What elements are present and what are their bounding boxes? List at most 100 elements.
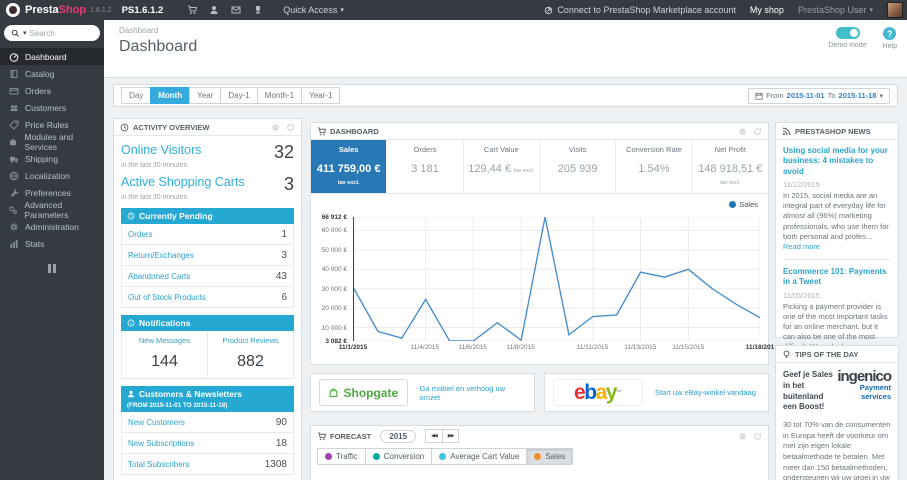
news-article-title[interactable]: Ecommerce 101: Payments in a Tweet (783, 267, 891, 288)
sidebar-item-label: Preferences (25, 187, 71, 198)
my-shop-link[interactable]: My shop (750, 5, 784, 15)
shopgate-module-card: Shopgate Ga mobiel en verhoog uw omzet (310, 373, 535, 412)
pending-row-orders[interactable]: Orders 1 (122, 224, 293, 244)
demo-mode-label: Demo mode (828, 42, 867, 49)
sidebar-item-label: Advanced Parameters (24, 199, 69, 220)
marketplace-connect-link[interactable]: Connect to PrestaShop Marketplace accoun… (544, 5, 736, 15)
cart-icon[interactable] (181, 5, 203, 15)
globe-icon (8, 171, 19, 181)
active-carts-value: 3 (283, 174, 294, 194)
notifications-product-reviews[interactable]: Product Reviews 882 (207, 331, 293, 378)
kpi-net-profit[interactable]: Net Profit 148 918,51 € tax excl. (691, 140, 768, 193)
sidebar-item-stats[interactable]: Stats (0, 235, 104, 252)
messages-icon[interactable] (225, 5, 247, 15)
user-menu[interactable]: PrestaShop User ▾ (798, 5, 873, 15)
gear-icon (8, 222, 19, 232)
forecast-next-button[interactable]: ▶▶ (441, 429, 460, 443)
breadcrumb[interactable]: Dashboard (119, 26, 158, 35)
panel-title: TIPS OF THE DAY (795, 349, 859, 359)
sidebar-item-modules[interactable]: Modules and Services (0, 132, 104, 152)
refresh-icon[interactable] (753, 432, 762, 441)
avatar[interactable] (887, 2, 903, 18)
page-header: Dashboard Dashboard Demo mode ? Help (104, 20, 907, 78)
x-axis-tick-label: 11/6/2015 (458, 344, 487, 351)
sidebar-item-preferences[interactable]: Preferences (0, 184, 104, 201)
forecast-toggle-sales[interactable]: Sales (526, 448, 574, 465)
y-axis-tick-label: 60 000 € (321, 227, 347, 235)
group-icon (8, 103, 19, 113)
sidebar-item-catalog[interactable]: Catalog (0, 65, 104, 82)
range-month-button[interactable]: Month (150, 87, 191, 104)
refresh-icon[interactable] (286, 123, 295, 132)
sidebar-item-label: Localization (25, 170, 70, 181)
sales-chart: Sales 66 912 € 60 000 € 50 000 € 40 000 € 30… (311, 194, 775, 379)
forecast-toggle-average-cart-value[interactable]: Average Cart Value (431, 448, 528, 465)
online-visitors-value: 32 (273, 142, 294, 162)
collapse-sidebar-icon[interactable] (0, 264, 104, 273)
kpi-cart-value[interactable]: Cart Value 129,44 € tax excl. (462, 140, 539, 193)
quick-access-menu[interactable]: Quick Access ▾ (283, 5, 344, 15)
ebay-promo-link[interactable]: Start uw eBay-winkel vandaag (655, 388, 756, 397)
customers-row-new-subscriptions[interactable]: New Subscriptions 18 (122, 432, 293, 453)
chart-legend[interactable]: Sales (729, 200, 758, 209)
customer-icon[interactable] (203, 5, 225, 15)
forecast-toggle-conversion[interactable]: Conversion (364, 448, 433, 465)
trophy-icon[interactable] (247, 5, 269, 15)
date-range-picker[interactable]: From 2015-11-01 To 2015-11-18 ▾ (748, 87, 890, 104)
pending-row-returns[interactable]: Return/Exchanges 3 (122, 244, 293, 265)
sidebar-item-administration[interactable]: Administration (0, 218, 104, 235)
prestashop-news-panel: PRESTASHOP NEWS Using social media for y… (775, 122, 899, 375)
help-icon[interactable]: ? (883, 27, 897, 40)
demo-mode-toggle[interactable] (835, 27, 860, 39)
sidebar-item-shipping[interactable]: Shipping (0, 150, 104, 167)
kpi-conversion-rate[interactable]: Conversion Rate 1.54% (615, 140, 691, 193)
read-more-link[interactable]: Read more (783, 242, 820, 251)
sidebar-item-customers[interactable]: Customers (0, 99, 104, 116)
shopgate-promo-link[interactable]: Ga mobiel en verhoog uw omzet (420, 384, 526, 402)
from-label: From (766, 91, 784, 100)
range-day-1-button[interactable]: Day-1 (220, 87, 258, 104)
lightbulb-icon (782, 350, 791, 359)
kpi-visits[interactable]: Visits 205 939 (538, 140, 615, 193)
sidebar-item-price-rules[interactable]: Price Rules (0, 116, 104, 133)
x-axis-tick-label: 11/15/2015 (672, 344, 705, 351)
sidebar-item-dashboard[interactable]: Dashboard (0, 48, 104, 65)
range-year-button[interactable]: Year (189, 87, 222, 104)
range-month-1-button[interactable]: Month-1 (256, 87, 303, 104)
kpi-orders[interactable]: Orders 3 181 (386, 140, 462, 193)
kpi-sales[interactable]: Sales 411 759,00 € tax excl. (311, 140, 387, 193)
range-day-button[interactable]: Day (121, 87, 152, 104)
news-article-excerpt: Picking a payment provider is one of the… (783, 301, 888, 352)
gear-icon[interactable] (738, 432, 747, 441)
active-carts-label[interactable]: Active Shopping Carts (121, 175, 245, 189)
cogs-icon (8, 205, 18, 215)
search-input[interactable] (29, 28, 85, 38)
forecast-prev-button[interactable]: ◀◀ (425, 429, 443, 443)
customers-row-new-customers[interactable]: New Customers 90 (122, 412, 293, 432)
pending-row-out-of-stock[interactable]: Out of Stock Products 6 (122, 286, 293, 307)
sidebar-item-advanced-parameters[interactable]: Advanced Parameters (0, 199, 104, 220)
tip-headline: Geef je Sales in het buitenland een Boos… (783, 370, 833, 412)
shopping-bag-icon (328, 387, 339, 398)
brand-wordmark[interactable]: PrestaShop (25, 4, 86, 16)
refresh-icon[interactable] (753, 127, 762, 136)
sidebar-item-orders[interactable]: Orders (0, 82, 104, 99)
news-article-date: 11/05/2015 (783, 290, 820, 300)
pending-row-abandoned-carts[interactable]: Abandoned Carts 43 (122, 265, 293, 286)
news-article-title[interactable]: Using social media for your business: 4 … (783, 146, 891, 177)
chart-plot-area (353, 217, 760, 341)
notifications-new-messages[interactable]: New Messages 144 (122, 331, 207, 378)
range-year-1-button[interactable]: Year-1 (301, 87, 341, 104)
online-visitors-label[interactable]: Online Visitors (121, 143, 201, 157)
chevron-down-icon[interactable]: ▾ (23, 29, 27, 37)
prestashop-logo-icon[interactable] (6, 3, 20, 17)
customers-row-total-subscribers[interactable]: Total Subscribers 1308 (122, 453, 293, 474)
sidebar-item-label: Dashboard (25, 51, 67, 62)
sidebar-search[interactable]: ▾ (4, 25, 100, 41)
sidebar-item-localization[interactable]: Localization (0, 167, 104, 184)
puzzle-icon (8, 137, 18, 147)
to-label: To (827, 91, 836, 100)
gear-icon[interactable] (738, 127, 747, 136)
forecast-toggle-traffic[interactable]: Traffic (317, 448, 366, 465)
gear-icon[interactable] (271, 123, 280, 132)
